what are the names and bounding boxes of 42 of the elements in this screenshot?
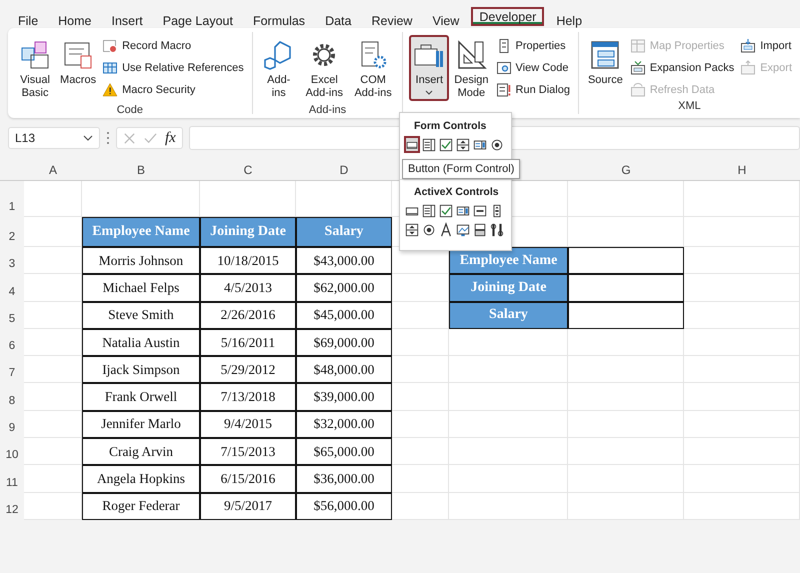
table-cell: $65,000.00 xyxy=(296,438,392,466)
group-label: Add-ins xyxy=(308,104,346,116)
table-cell: $32,000.00 xyxy=(296,410,392,438)
table-cell: 9/5/2017 xyxy=(200,492,296,520)
table-header-cell: Employee Name xyxy=(449,247,568,274)
table-cell: Frank Orwell xyxy=(82,383,200,411)
group-label: Code xyxy=(116,104,144,116)
table-cell: Roger Federar xyxy=(82,492,200,520)
table-cell: $39,000.00 xyxy=(296,383,392,411)
table-cell: 10/18/2015 xyxy=(200,247,296,274)
table-cell: $43,000.00 xyxy=(296,247,392,274)
table-cell: Natalia Austin xyxy=(82,328,200,356)
group-label: XML xyxy=(678,100,701,112)
table-cell: 9/4/2015 xyxy=(200,410,296,438)
table-header-cell: Salary xyxy=(449,302,568,329)
table-header-cell: Employee Name xyxy=(82,217,200,247)
table-cell: Angela Hopkins xyxy=(82,465,200,493)
table-cell: $69,000.00 xyxy=(296,328,392,356)
table-header-cell: Salary xyxy=(296,217,392,247)
table-cell: 7/15/2013 xyxy=(200,438,296,466)
table-cell: Morris Johnson xyxy=(82,247,200,274)
table-cell: Michael Felps xyxy=(82,274,200,302)
table-cell: 6/15/2016 xyxy=(200,465,296,493)
menu-heading: ActiveX Controls xyxy=(413,185,500,200)
table-cell: $56,000.00 xyxy=(296,492,392,520)
menu-heading: Form Controls xyxy=(413,119,488,134)
table-cell: $36,000.00 xyxy=(296,465,392,493)
table-cell: 2/26/2016 xyxy=(200,302,296,329)
table-cell: 5/29/2012 xyxy=(200,356,296,384)
table-header-cell: Joining Date xyxy=(200,217,296,247)
table-cell: 5/16/2011 xyxy=(200,328,296,356)
table-header-cell: Joining Date xyxy=(449,274,568,302)
table-cell: $48,000.00 xyxy=(296,356,392,384)
table-cell: Craig Arvin xyxy=(82,438,200,466)
table-cell: 4/5/2013 xyxy=(200,274,296,302)
table-cell: $62,000.00 xyxy=(296,274,392,302)
table-cell: 7/13/2018 xyxy=(200,383,296,411)
table-cell: $45,000.00 xyxy=(296,302,392,329)
tooltip: Button (Form Control) xyxy=(402,159,520,179)
table-cell: Ijack Simpson xyxy=(82,356,200,384)
table-cell: Jennifer Marlo xyxy=(82,410,200,438)
table-cell: Steve Smith xyxy=(82,302,200,329)
